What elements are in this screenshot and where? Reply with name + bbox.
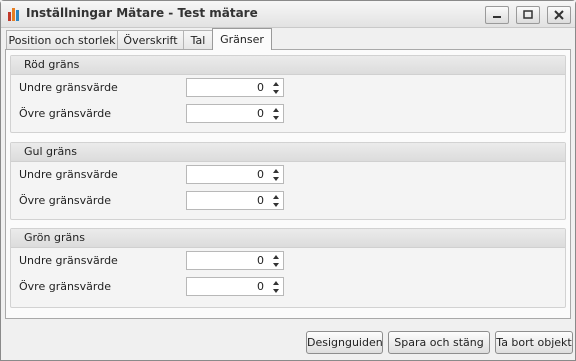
spin-up-icon[interactable] — [271, 193, 281, 201]
spin-down-icon[interactable] — [271, 261, 281, 269]
spin-up-icon[interactable] — [271, 80, 281, 88]
green-upper-row: Övre gränsvärde 0 — [19, 277, 559, 297]
close-button[interactable] — [547, 6, 571, 24]
red-upper-row: Övre gränsvärde 0 — [19, 104, 559, 124]
yellow-lower-row: Undre gränsvärde 0 — [19, 165, 559, 185]
group-title-yellow: Gul gräns — [11, 143, 565, 162]
field-label: Undre gränsvärde — [19, 254, 118, 267]
green-lower-row: Undre gränsvärde 0 — [19, 251, 559, 271]
tab-heading[interactable]: Överskrift — [117, 30, 184, 49]
spin-up-icon[interactable] — [271, 253, 281, 261]
title-bar[interactable]: Inställningar Mätare - Test mätare — [1, 1, 575, 28]
design-guide-button[interactable]: Designguiden — [306, 331, 383, 354]
field-label: Undre gränsvärde — [19, 168, 118, 181]
spin-down-icon[interactable] — [271, 287, 281, 295]
green-limit-group: Grön gräns Undre gränsvärde 0 Övre gräns… — [10, 228, 566, 308]
spin-value: 0 — [257, 107, 264, 120]
minimize-button[interactable] — [485, 6, 509, 24]
limits-panel: Röd gräns Undre gränsvärde 0 Övre gränsv… — [5, 49, 571, 319]
maximize-button[interactable] — [516, 6, 540, 24]
maximize-icon — [523, 10, 533, 19]
red-lower-spinbox[interactable]: 0 — [186, 78, 284, 97]
red-upper-spinbox[interactable]: 0 — [186, 104, 284, 123]
settings-window: Inställningar Mätare - Test mätare Posit… — [0, 0, 576, 361]
spin-value: 0 — [257, 280, 264, 293]
yellow-upper-row: Övre gränsvärde 0 — [19, 191, 559, 211]
field-label: Övre gränsvärde — [19, 280, 111, 293]
spin-up-icon[interactable] — [271, 167, 281, 175]
field-label: Övre gränsvärde — [19, 107, 111, 120]
spin-value: 0 — [257, 194, 264, 207]
chart-bars-icon — [7, 6, 21, 22]
tab-position-size[interactable]: Position och storlek — [6, 30, 118, 49]
group-title-green: Grön gräns — [11, 229, 565, 248]
spin-down-icon[interactable] — [271, 175, 281, 183]
red-limit-group: Röd gräns Undre gränsvärde 0 Övre gränsv… — [10, 55, 566, 133]
spin-up-icon[interactable] — [271, 106, 281, 114]
window-title: Inställningar Mätare - Test mätare — [26, 6, 258, 20]
spin-down-icon[interactable] — [271, 201, 281, 209]
spin-value: 0 — [257, 254, 264, 267]
yellow-upper-spinbox[interactable]: 0 — [186, 191, 284, 210]
spin-value: 0 — [257, 168, 264, 181]
close-icon — [554, 10, 564, 20]
tab-limits[interactable]: Gränser — [212, 28, 272, 50]
spin-value: 0 — [257, 81, 264, 94]
field-label: Övre gränsvärde — [19, 194, 111, 207]
spin-down-icon[interactable] — [271, 114, 281, 122]
green-lower-spinbox[interactable]: 0 — [186, 251, 284, 270]
save-close-button[interactable]: Spara och stäng — [388, 331, 490, 354]
spin-down-icon[interactable] — [271, 88, 281, 96]
field-label: Undre gränsvärde — [19, 81, 118, 94]
yellow-lower-spinbox[interactable]: 0 — [186, 165, 284, 184]
minimize-icon — [493, 16, 501, 18]
red-lower-row: Undre gränsvärde 0 — [19, 78, 559, 98]
delete-object-button[interactable]: Ta bort objekt — [495, 331, 573, 354]
tab-number[interactable]: Tal — [183, 30, 213, 49]
yellow-limit-group: Gul gräns Undre gränsvärde 0 Övre gränsv… — [10, 142, 566, 220]
spin-up-icon[interactable] — [271, 279, 281, 287]
group-title-red: Röd gräns — [11, 56, 565, 75]
green-upper-spinbox[interactable]: 0 — [186, 277, 284, 296]
